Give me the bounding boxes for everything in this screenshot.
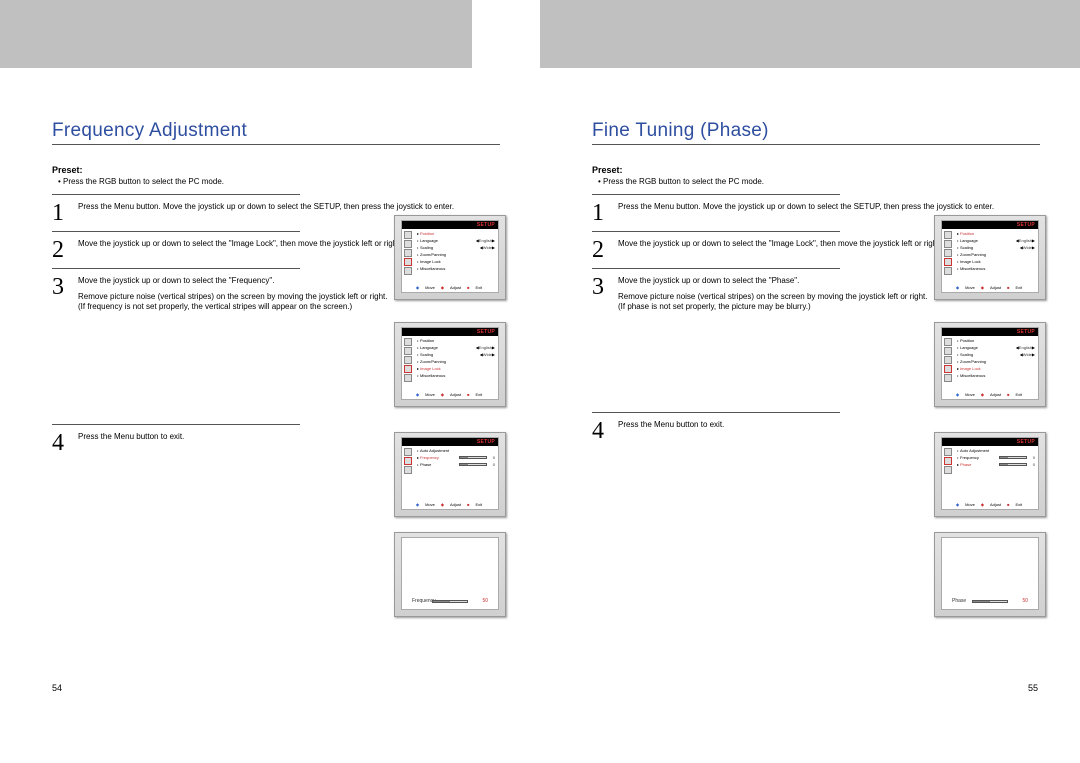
page-right: Fine Tuning (Phase) Preset: • Press the … bbox=[540, 68, 1080, 703]
divider bbox=[52, 424, 300, 425]
header-block-right bbox=[540, 0, 1080, 68]
osd-thumb-imagelock: SETUP •Position •Language◀English▶ •Scal… bbox=[934, 322, 1046, 407]
osd-thumb-phase: SETUP •Auto Adjustment •Frequency0 ▸Phas… bbox=[934, 432, 1046, 517]
osd-thumb-frequency: SETUP •Auto Adjustment ▸Frequency0 •Phas… bbox=[394, 432, 506, 517]
osd-thumb-setup: SETUP ▸Position •Language◀English▶ •Scal… bbox=[934, 215, 1046, 300]
step-number: 4 bbox=[592, 417, 608, 443]
step-number: 1 bbox=[52, 199, 68, 225]
divider bbox=[52, 194, 300, 195]
step-number: 2 bbox=[52, 236, 68, 262]
page-number: 54 bbox=[52, 683, 62, 693]
divider bbox=[592, 412, 840, 413]
page-title: Frequency Adjustment bbox=[52, 120, 500, 145]
divider bbox=[592, 194, 840, 195]
divider bbox=[52, 231, 300, 232]
preset-text: • Press the RGB button to select the PC … bbox=[52, 177, 500, 186]
preset-label: Preset: bbox=[592, 165, 1040, 175]
step-text: Press the Menu button. Move the joystick… bbox=[78, 202, 494, 212]
step-number: 3 bbox=[592, 273, 608, 299]
step-number: 1 bbox=[592, 199, 608, 225]
header-block-left bbox=[0, 0, 472, 68]
osd-thumb-slider: Frequency 50 bbox=[394, 532, 506, 617]
step-number: 3 bbox=[52, 273, 68, 299]
divider bbox=[52, 268, 300, 269]
divider bbox=[592, 268, 840, 269]
divider bbox=[592, 231, 840, 232]
preset-label: Preset: bbox=[52, 165, 500, 175]
header-gap bbox=[472, 0, 540, 68]
step-number: 4 bbox=[52, 429, 68, 455]
page-title: Fine Tuning (Phase) bbox=[592, 120, 1040, 145]
page-number: 55 bbox=[1028, 683, 1038, 693]
step-text: Press the Menu button. Move the joystick… bbox=[618, 202, 1034, 212]
step-number: 2 bbox=[592, 236, 608, 262]
step-text: Press the Menu button to exit. bbox=[618, 420, 1034, 430]
preset-text: • Press the RGB button to select the PC … bbox=[592, 177, 1040, 186]
osd-thumb-imagelock: SETUP •Position •Language◀English▶ •Scal… bbox=[394, 322, 506, 407]
osd-thumb-slider: Phase 50 bbox=[934, 532, 1046, 617]
osd-thumb-setup: SETUP ▸Position •Language◀English▶ •Scal… bbox=[394, 215, 506, 300]
page-left: Frequency Adjustment Preset: • Press the… bbox=[0, 68, 540, 703]
